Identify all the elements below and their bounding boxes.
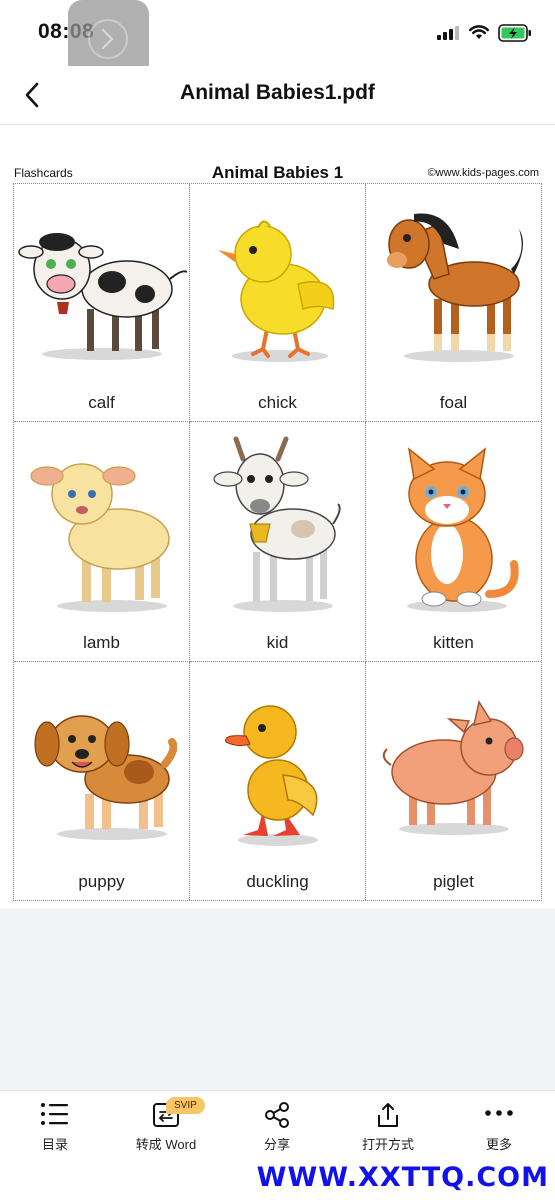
flashcard-label: calf <box>88 393 115 412</box>
duckling-illustration <box>224 705 318 846</box>
flashcard-grid: calf chick foal lamb kid kitten puppy du… <box>13 183 542 901</box>
list-icon <box>41 1103 68 1125</box>
flashcard-label: chick <box>258 393 297 412</box>
flashcard-label: piglet <box>433 872 474 891</box>
toolbar-more[interactable]: 更多 <box>454 1091 544 1161</box>
flashcard-lamb: lamb <box>14 422 190 662</box>
navigation-bar: Animal Babies1.pdf <box>0 66 555 125</box>
bottom-toolbar: 目录 转成 Word 分享 打开方式 更多 <box>0 1090 555 1161</box>
flashcard-foal: foal <box>366 184 541 422</box>
foal-illustration <box>386 213 523 362</box>
cellular-signal-icon <box>437 26 459 40</box>
pdf-page-header: Flashcards Animal Babies 1 ©www.kids-pag… <box>14 163 541 183</box>
flashcard-label: kitten <box>433 633 474 652</box>
svip-badge: SVIP <box>166 1097 205 1114</box>
flashcard-label: puppy <box>78 872 125 891</box>
wifi-icon <box>469 25 489 39</box>
toolbar-share[interactable]: 分享 <box>232 1091 322 1161</box>
flashcard-chick: chick <box>190 184 366 422</box>
toolbar-open-with[interactable]: 打开方式 <box>343 1091 433 1161</box>
battery-charging-icon <box>498 24 531 42</box>
toolbar-label: 打开方式 <box>361 1137 414 1152</box>
flashcard-piglet: piglet <box>366 662 541 900</box>
toolbar-table-of-contents[interactable]: 目录 <box>10 1091 100 1161</box>
goat-kid-illustration <box>212 436 341 612</box>
toolbar-label: 转成 Word <box>135 1137 197 1152</box>
more-icon <box>485 1110 513 1116</box>
flashcard-kid: kid <box>190 422 366 662</box>
flashcard-duckling: duckling <box>190 662 366 900</box>
document-title: Animal Babies1.pdf <box>180 81 375 104</box>
kitten-illustration <box>406 447 519 612</box>
flashcard-puppy: puppy <box>14 662 190 900</box>
toolbar-label: 目录 <box>41 1137 68 1152</box>
flashcard-label: kid <box>266 633 289 652</box>
open-with-icon <box>378 1103 398 1127</box>
flashcard-label: lamb <box>83 633 120 652</box>
flashcard-label: duckling <box>246 872 309 891</box>
puppy-illustration <box>33 715 177 840</box>
flashcard-label: foal <box>439 393 468 412</box>
chick-illustration <box>217 220 334 362</box>
lamb-illustration <box>29 463 170 612</box>
copyright-text: ©www.kids-pages.com <box>427 167 539 179</box>
calf-illustration <box>17 233 187 360</box>
flashcard-kitten: kitten <box>366 422 541 662</box>
piglet-illustration <box>382 700 524 835</box>
watermark-text: WWW.XXTTQ.COM <box>256 1162 549 1193</box>
toolbar-label: 分享 <box>263 1137 290 1152</box>
pdf-page[interactable]: Flashcards Animal Babies 1 ©www.kids-pag… <box>0 125 555 909</box>
toolbar-label: 更多 <box>485 1137 512 1152</box>
chevron-right-icon <box>101 28 114 50</box>
share-icon <box>265 1102 289 1128</box>
flashcard-calf: calf <box>14 184 190 422</box>
